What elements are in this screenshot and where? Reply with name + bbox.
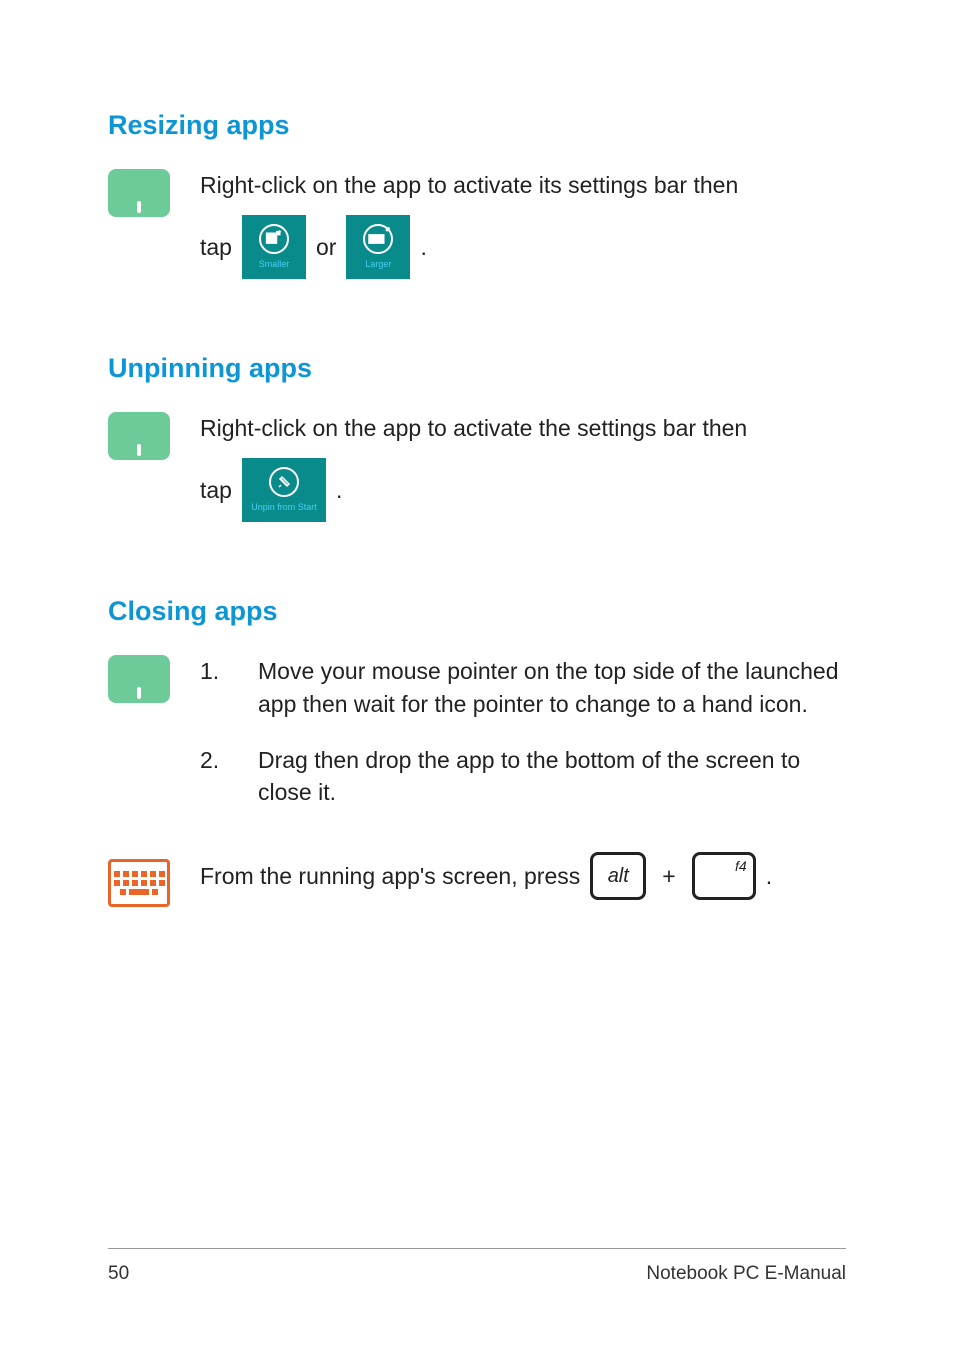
closing-keyboard-text: From the running app's screen, press (200, 860, 580, 892)
step2-number: 2. (200, 744, 230, 808)
step2-text: Drag then drop the app to the bottom of … (258, 744, 846, 808)
unpinning-tap: tap (200, 474, 232, 506)
heading-resizing: Resizing apps (108, 110, 846, 141)
tile-unpin: Unpin from Start (242, 458, 326, 522)
tile-smaller: Smaller (242, 215, 306, 279)
keyboard-icon (108, 859, 170, 907)
list-item: 2. Drag then drop the app to the bottom … (200, 744, 846, 808)
resizing-line1: Right-click on the app to activate its s… (200, 169, 738, 201)
keycap-f4: f4 (692, 852, 756, 900)
page-number: 50 (108, 1263, 129, 1285)
plus-sign: + (656, 860, 681, 892)
closing-period: . (766, 860, 772, 892)
resizing-or: or (316, 231, 336, 263)
tile-smaller-label: Smaller (259, 258, 290, 271)
touchpad-icon (108, 655, 170, 703)
doc-title: Notebook PC E-Manual (646, 1263, 846, 1285)
touchpad-icon (108, 412, 170, 460)
resizing-period: . (420, 231, 426, 263)
heading-closing: Closing apps (108, 596, 846, 627)
unpinning-period: . (336, 474, 342, 506)
touchpad-icon (108, 169, 170, 217)
tile-larger-label: Larger (365, 258, 391, 271)
keycap-alt: alt (590, 852, 646, 900)
list-item: 1. Move your mouse pointer on the top si… (200, 655, 846, 719)
tile-larger: Larger (346, 215, 410, 279)
tile-unpin-label: Unpin from Start (251, 501, 317, 514)
heading-unpinning: Unpinning apps (108, 353, 846, 384)
step1-number: 1. (200, 655, 230, 719)
resizing-tap: tap (200, 231, 232, 263)
step1-text: Move your mouse pointer on the top side … (258, 655, 846, 719)
unpinning-line1: Right-click on the app to activate the s… (200, 412, 747, 444)
